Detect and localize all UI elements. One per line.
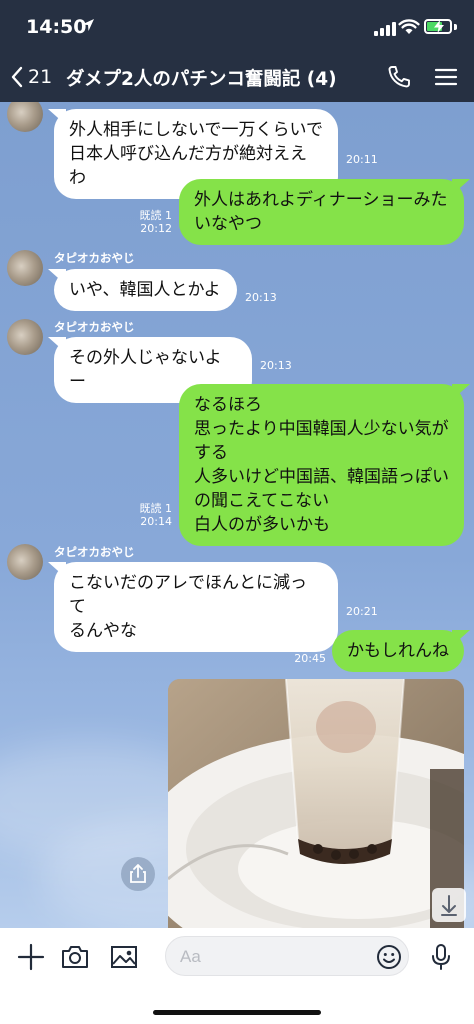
message-line: 思ったより中国韓国人少ない気が <box>194 419 449 439</box>
message-line: 人多いけど中国語、韓国語っぽい <box>194 467 449 487</box>
message-line: こないだのアレでほんとに減って <box>69 573 307 617</box>
message-line: 外人相手にしないで一万くらいで <box>69 120 323 140</box>
message-bubble-outgoing[interactable]: なるほろ 思ったより中国韓国人少ない気が する 人多いけど中国語、韓国語っぽい … <box>179 384 470 546</box>
share-button[interactable] <box>121 857 155 891</box>
sender-name: タピオカおやじ <box>54 545 135 559</box>
message-time: 20:13 <box>260 359 292 372</box>
unread-count: 21 <box>28 66 53 88</box>
status-time: 14:50 <box>26 16 87 38</box>
charging-bolt-icon <box>434 20 444 33</box>
message-time: 20:45 <box>294 652 326 665</box>
drink-photo <box>168 679 464 928</box>
message-bubble-outgoing[interactable]: 外人はあれよディナーショーみた いなやつ <box>179 179 470 245</box>
message-text-field[interactable] <box>180 945 360 969</box>
share-icon <box>130 864 146 883</box>
location-arrow-icon <box>82 19 94 31</box>
message-line: いなやつ <box>194 214 262 234</box>
chat-title: ダメプ2人のパチンコ奮闘記 (4) <box>66 69 337 90</box>
scroll-to-bottom-button[interactable] <box>432 888 466 922</box>
emoji-icon[interactable] <box>376 944 402 970</box>
avatar[interactable] <box>7 544 43 580</box>
photo-message[interactable] <box>168 679 464 928</box>
message-line: いや、韓国人とかよ <box>69 280 221 300</box>
microphone-icon[interactable] <box>426 942 456 972</box>
message-input-bar <box>0 928 474 1024</box>
message-line: の聞こえてこない <box>194 491 330 511</box>
message-bubble-incoming[interactable]: いや、韓国人とかよ <box>48 269 237 311</box>
arrow-down-icon <box>441 895 457 916</box>
battery-tip <box>454 24 457 30</box>
message-time: 20:21 <box>346 605 378 618</box>
chat-header: 21 ダメプ2人のパチンコ奮闘記 (4) <box>0 52 474 102</box>
message-line: する <box>194 443 228 463</box>
message-input[interactable] <box>165 936 409 976</box>
message-bubble-outgoing[interactable]: かもしれんね <box>332 630 470 672</box>
chevron-left-icon <box>11 66 23 88</box>
plus-icon[interactable] <box>16 942 46 972</box>
sender-name: タピオカおやじ <box>54 320 135 334</box>
avatar[interactable] <box>7 250 43 286</box>
message-time: 20:11 <box>346 153 378 166</box>
wifi-icon <box>398 19 420 34</box>
hamburger-menu-icon[interactable] <box>434 67 458 87</box>
message-line: なるほろ <box>194 395 262 415</box>
phone-icon[interactable] <box>386 64 412 90</box>
message-line: 外人はあれよディナーショーみた <box>194 190 448 210</box>
cellular-signal-icon <box>374 22 396 36</box>
home-indicator[interactable] <box>153 1010 321 1015</box>
read-receipt: 既読 1 <box>293 639 327 652</box>
read-receipt: 既読 1 <box>139 209 173 222</box>
sender-name: タピオカおやじ <box>54 251 135 265</box>
chat-area[interactable]: 外人相手にしないで一万くらいで 日本人呼び込んだ方が絶対ええわ 20:11 外人… <box>0 102 474 928</box>
avatar[interactable] <box>7 102 43 132</box>
message-time: 20:14 <box>140 515 172 528</box>
camera-icon[interactable] <box>60 942 90 972</box>
avatar[interactable] <box>7 319 43 355</box>
status-bar: 14:50 <box>0 0 474 52</box>
message-time: 20:13 <box>245 291 277 304</box>
image-icon[interactable] <box>109 942 139 972</box>
back-button[interactable]: 21 <box>10 60 58 94</box>
message-line: 白人のが多いかも <box>194 515 330 535</box>
message-line: かもしれんね <box>347 641 449 661</box>
read-receipt: 既読 1 <box>139 502 173 515</box>
message-time: 20:12 <box>140 222 172 235</box>
